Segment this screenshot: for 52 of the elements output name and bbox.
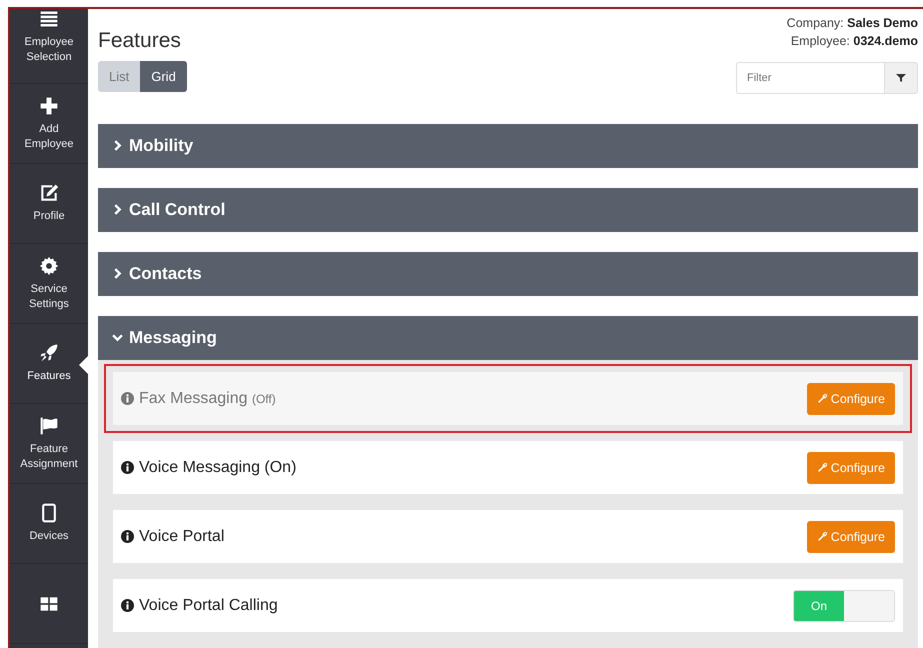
wrench-icon xyxy=(816,531,828,542)
page-title: Features xyxy=(98,29,182,53)
nav-label: Profile xyxy=(33,209,65,224)
employee-info: Employee: 0324.demo xyxy=(790,33,918,50)
flag-icon xyxy=(39,416,59,436)
feature-label: Fax Messaging (Off) xyxy=(139,390,276,408)
section-title: Messaging xyxy=(129,328,217,348)
nav-label: Feature Assignment xyxy=(19,442,79,472)
view-tab[interactable]: Grid xyxy=(140,61,187,92)
info-icon xyxy=(121,530,134,543)
chevron-down-icon xyxy=(112,332,123,344)
nav-label: Add Employee xyxy=(24,122,74,152)
info-icon xyxy=(121,392,134,405)
tablet-icon xyxy=(39,503,59,523)
nav-label: Employee Selection xyxy=(24,35,74,65)
section-header[interactable]: Call Control xyxy=(98,188,918,232)
rocket-icon xyxy=(39,343,59,363)
feature-label: Voice Messaging (On) xyxy=(139,458,296,476)
filter-button[interactable] xyxy=(884,62,918,94)
wrench-icon xyxy=(816,462,828,473)
nav-label: Service Settings xyxy=(28,282,70,312)
nav-item[interactable]: Feature Assignment xyxy=(10,404,88,484)
nav-item[interactable]: Features xyxy=(10,324,88,404)
nav-label: Devices xyxy=(29,529,69,544)
edit-icon xyxy=(39,183,59,203)
nav-item[interactable]: Add Employee xyxy=(10,84,88,164)
nav-item[interactable]: Devices xyxy=(10,484,88,564)
nav-item[interactable]: Service Settings xyxy=(10,244,88,324)
section-header[interactable]: Messaging xyxy=(98,316,918,360)
info-icon xyxy=(121,461,134,474)
chevron-right-icon xyxy=(112,268,123,280)
section-header[interactable]: Mobility xyxy=(98,124,918,168)
nav-label: Features xyxy=(27,369,71,384)
gear-icon xyxy=(39,256,59,276)
feature-label: Voice Portal Calling xyxy=(139,596,278,614)
feature-label: Voice Portal xyxy=(139,528,224,546)
nav-item[interactable]: Profile xyxy=(10,164,88,244)
filter-field[interactable]: Filter xyxy=(736,62,884,94)
nav-item[interactable]: Employee Selection xyxy=(10,9,88,84)
section-title: Call Control xyxy=(129,200,226,220)
chevron-right-icon xyxy=(112,140,123,152)
company-info: Company: Sales Demo xyxy=(786,15,918,32)
section-title: Mobility xyxy=(129,136,194,156)
info-icon xyxy=(121,599,134,612)
list-icon xyxy=(39,9,59,29)
section-header[interactable]: Contacts xyxy=(98,252,918,296)
wrench-icon xyxy=(816,393,828,404)
funnel-icon xyxy=(896,73,906,83)
section-title: Contacts xyxy=(129,264,202,284)
chevron-right-icon xyxy=(112,204,123,216)
plus-icon xyxy=(39,96,59,116)
active-pointer xyxy=(79,356,88,374)
